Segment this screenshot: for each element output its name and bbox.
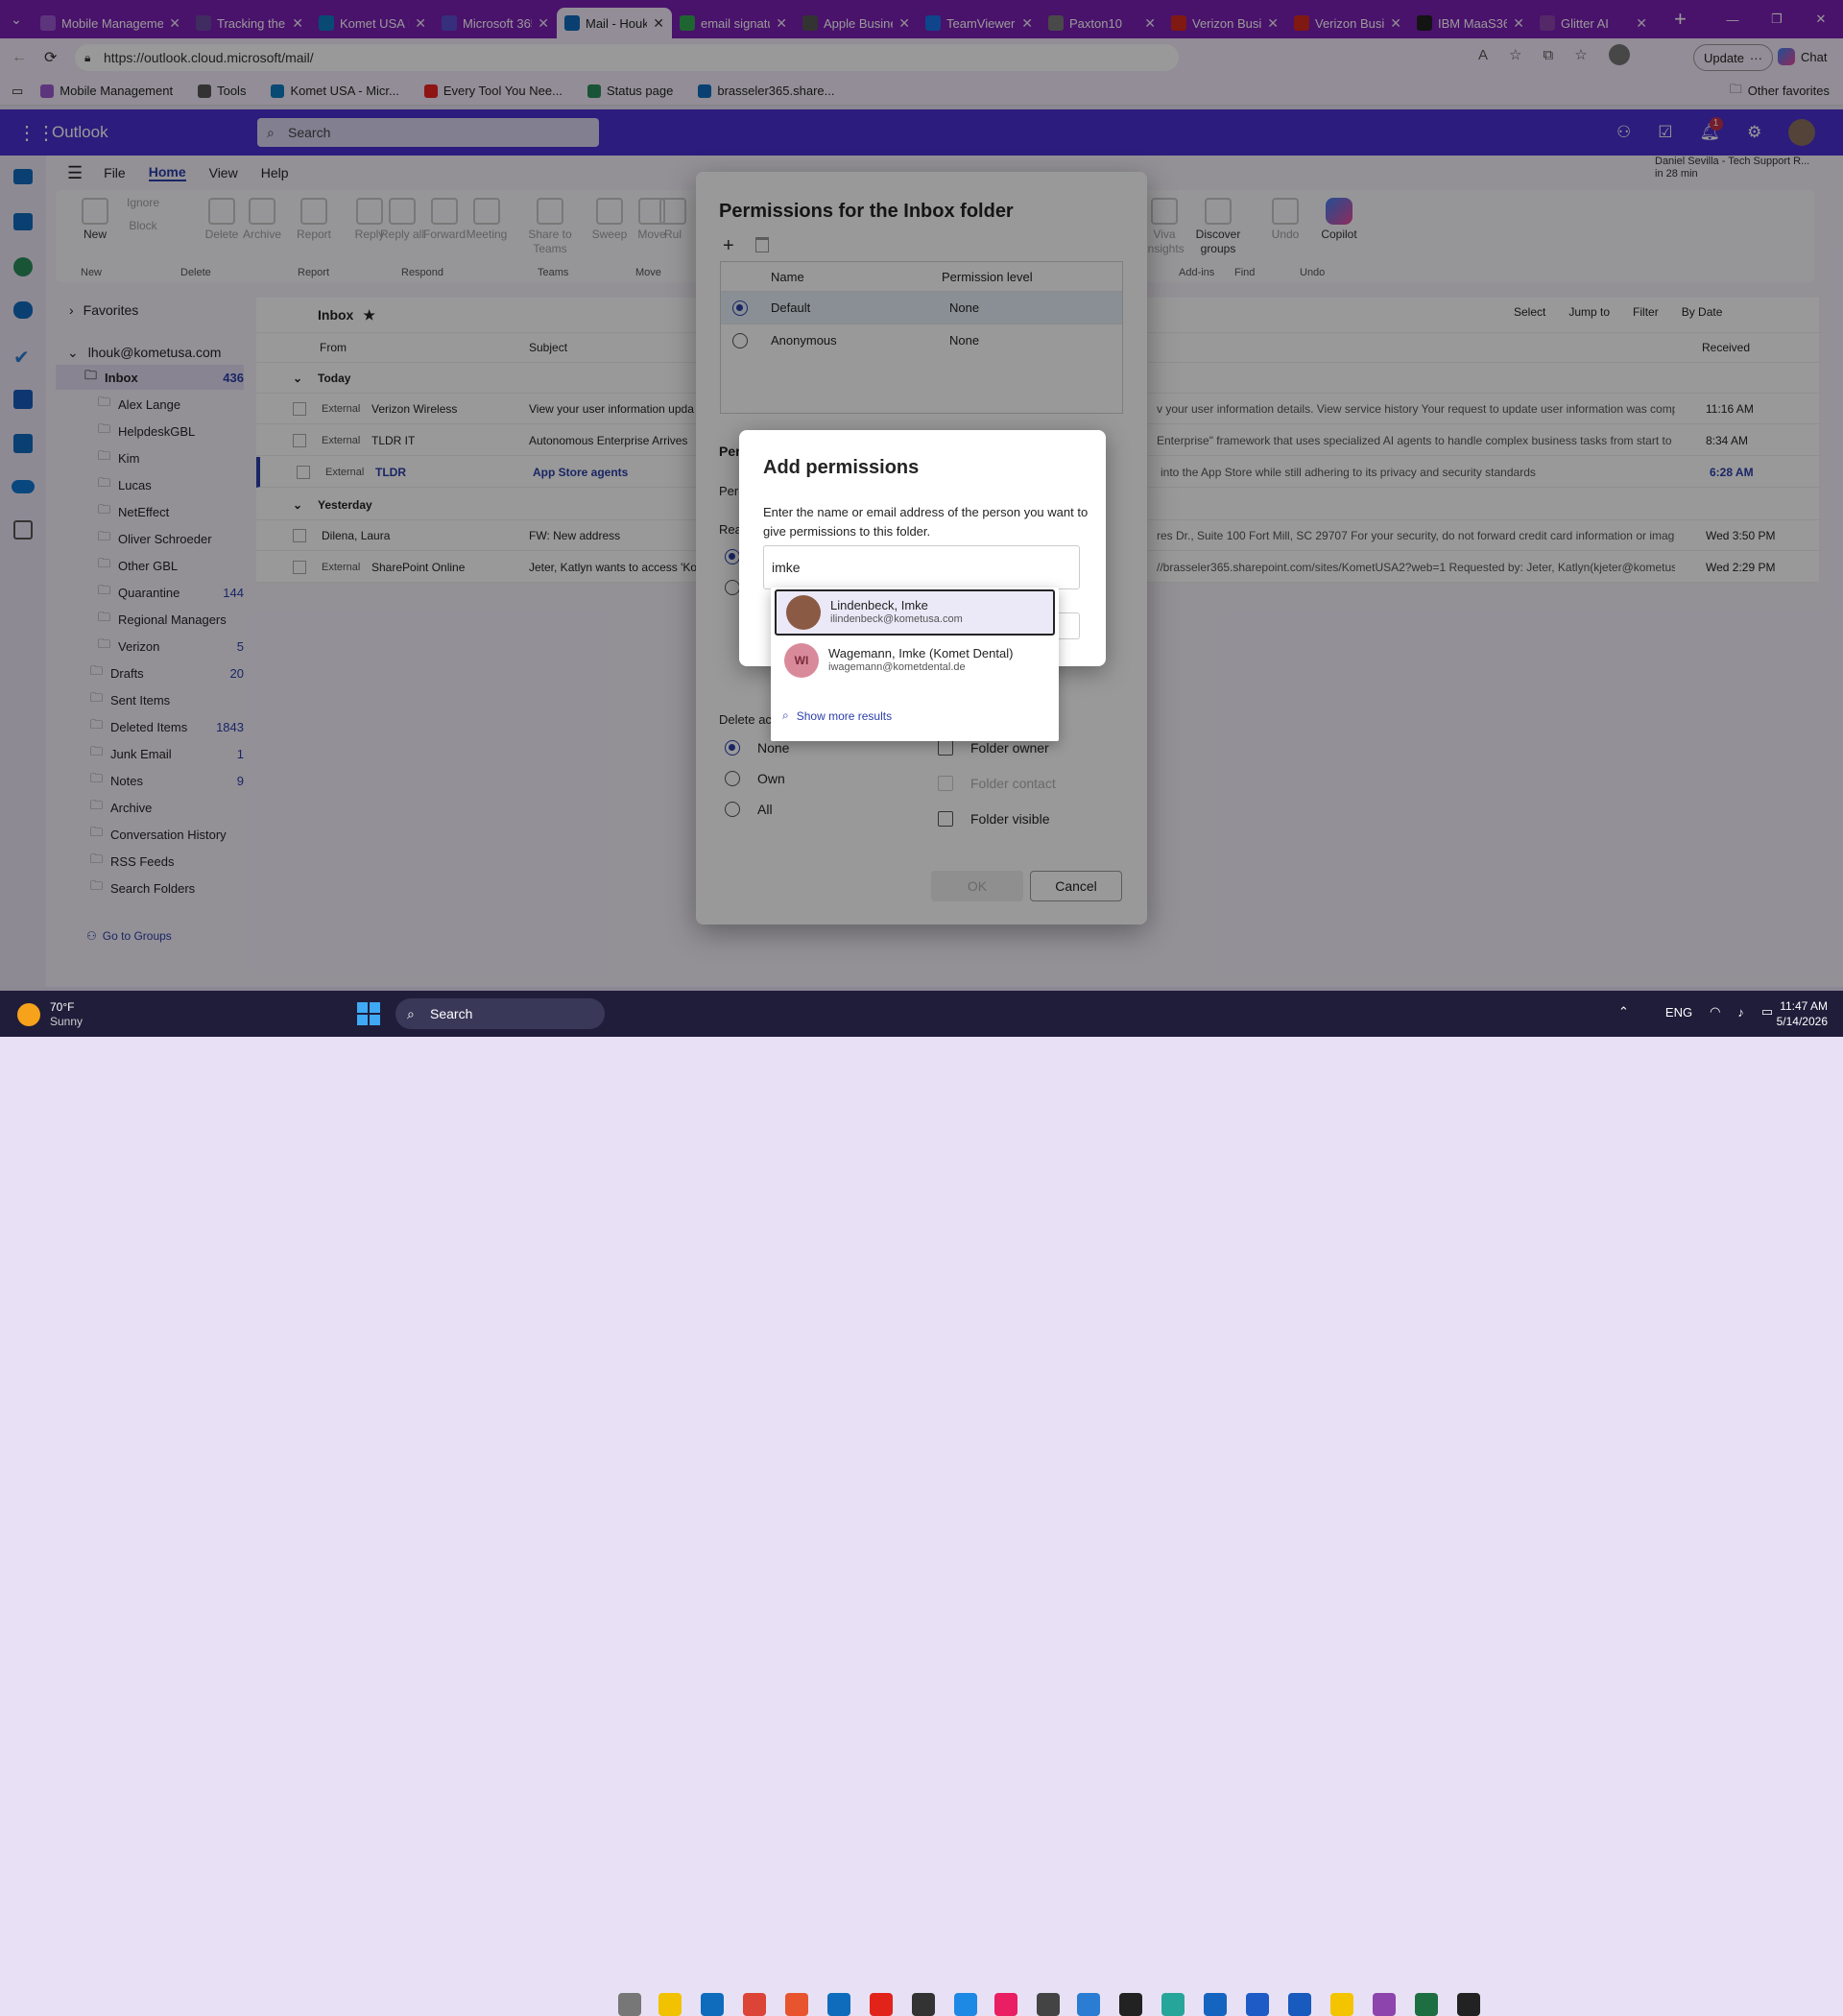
app-icon[interactable]: [1246, 1993, 1269, 2016]
teamviewer-icon[interactable]: [1204, 1993, 1227, 2016]
suggestion-name: Wagemann, Imke (Komet Dental): [828, 646, 1014, 660]
taskbar-search[interactable]: ⌕ Search: [395, 998, 605, 1029]
clock-app-icon[interactable]: [1037, 1993, 1060, 2016]
weather-widget[interactable]: 70°F Sunny: [17, 1000, 83, 1029]
taskbar: 70°F Sunny ⌕ Search ⌃ ENG ◠ ♪ ▭ 11:47 AM 5/…: [0, 991, 1843, 2016]
suggestion-email: iwagemann@kometdental.de: [828, 661, 966, 673]
search-icon: ⌕: [782, 708, 789, 722]
file-explorer-icon[interactable]: [658, 1993, 682, 2016]
app-icon[interactable]: [1161, 1993, 1185, 2016]
notion-icon[interactable]: [1119, 1993, 1142, 2016]
task-view-icon[interactable]: [618, 1993, 641, 2016]
chrome-icon[interactable]: [743, 1993, 766, 2016]
opera-icon[interactable]: [870, 1993, 893, 2016]
start-button[interactable]: [357, 1002, 380, 1025]
media-player-icon[interactable]: [1457, 1993, 1480, 2016]
chevron-up-icon[interactable]: ⌃: [1618, 1004, 1629, 1020]
sticky-notes-icon[interactable]: [1330, 1993, 1353, 2016]
suggestion-item[interactable]: Lindenbeck, Imke ilindenbeck@kometusa.com: [775, 589, 1055, 636]
person-search-input[interactable]: imke: [763, 545, 1080, 589]
language-indicator[interactable]: ENG: [1665, 1005, 1692, 1020]
suggestion-item[interactable]: WI Wagemann, Imke (Komet Dental) iwagemann…: [775, 637, 1055, 684]
notepad-icon[interactable]: [1077, 1993, 1100, 2016]
word-icon[interactable]: [1288, 1993, 1311, 2016]
hidden-button-edge: [1056, 612, 1080, 639]
suggestion-text: Lindenbeck, Imke ilindenbeck@kometusa.com: [830, 598, 963, 627]
music-icon[interactable]: [994, 1993, 1017, 2016]
show-more-results[interactable]: ⌕ Show more results: [782, 708, 892, 723]
add-permissions-title: Add permissions: [763, 457, 920, 478]
app-icon[interactable]: [954, 1993, 977, 2016]
app-icon[interactable]: [785, 1993, 808, 2016]
avatar: WI: [784, 643, 819, 678]
outlook-icon[interactable]: [827, 1993, 850, 2016]
speaker-icon[interactable]: ♪: [1737, 1005, 1744, 1020]
suggestion-name: Lindenbeck, Imke: [830, 598, 928, 612]
edge-icon[interactable]: [701, 1993, 724, 2016]
excel-icon[interactable]: [1415, 1993, 1438, 2016]
search-icon: ⌕: [407, 1005, 415, 1021]
people-suggestions: Lindenbeck, Imke ilindenbeck@kometusa.com…: [771, 588, 1059, 741]
terminal-icon[interactable]: [912, 1993, 935, 2016]
wifi-icon[interactable]: ◠: [1710, 1004, 1720, 1020]
avatar-initials: WI: [794, 654, 809, 667]
suggestion-email: ilindenbeck@kometusa.com: [830, 613, 963, 625]
sun-icon: [17, 1003, 40, 1026]
add-permissions-instructions: Enter the name or email address of the p…: [763, 505, 1089, 539]
avatar: [786, 595, 821, 630]
app-icon[interactable]: [1373, 1993, 1396, 2016]
clock[interactable]: 11:47 AM 5/14/2026: [1759, 998, 1828, 1029]
suggestion-text: Wagemann, Imke (Komet Dental) iwagemann@k…: [828, 646, 1013, 675]
